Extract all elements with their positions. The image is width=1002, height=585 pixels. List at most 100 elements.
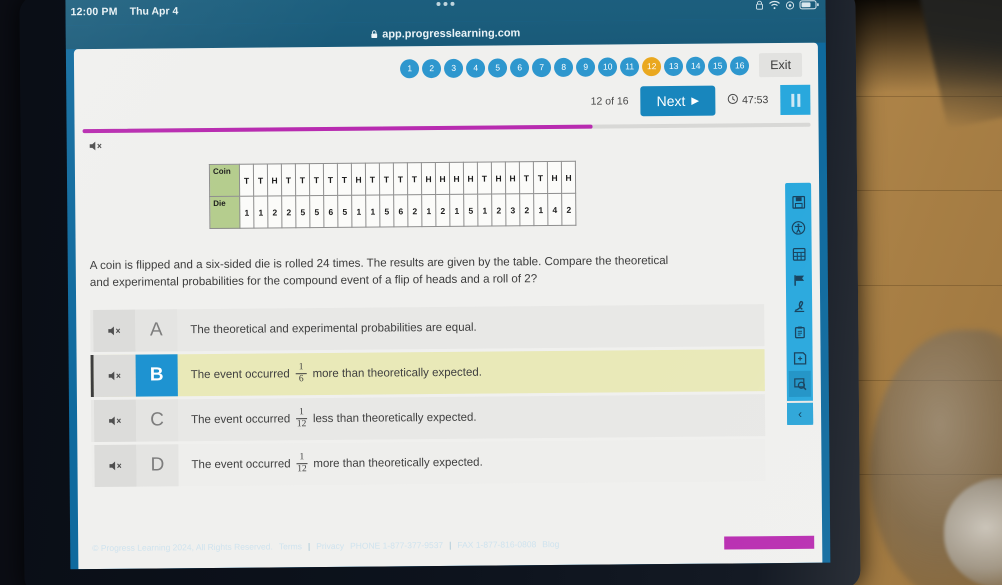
save-icon[interactable] [787, 189, 809, 215]
fraction-numerator: 1 [296, 452, 308, 464]
tab-dots-icon[interactable] [436, 1, 455, 7]
question-pill-7[interactable]: 7 [532, 57, 552, 77]
table-cell: 3 [505, 193, 520, 226]
question-pill-12[interactable]: 12 [642, 56, 662, 76]
answer-option-A[interactable]: A The theoretical and experimental probab… [90, 303, 765, 352]
table-cell: H [351, 163, 366, 196]
table-cell: 1 [365, 195, 380, 228]
question-counter: 12 of 16 [590, 95, 629, 108]
next-button[interactable]: Next ▶ [640, 85, 716, 117]
tablet-screen: 12:00 PM Thu Apr 4 app.progresslearning.… [65, 0, 831, 570]
table-cell: 5 [337, 195, 352, 228]
footer-privacy-link[interactable]: Privacy [316, 541, 344, 551]
timer: 47:53 [727, 93, 768, 107]
fraction-numerator: 1 [296, 407, 307, 419]
question-pill-14[interactable]: 14 [686, 56, 706, 76]
option-speaker-icon[interactable] [94, 444, 137, 487]
fraction-denominator: 6 [298, 373, 304, 384]
question-pill-4[interactable]: 4 [466, 58, 486, 78]
option-text: The event occurred 1 12 less than theoretic… [178, 394, 765, 441]
question-pill-16[interactable]: 16 [730, 55, 750, 75]
option-speaker-icon[interactable] [93, 354, 136, 397]
table-cell: 2 [519, 193, 534, 226]
answer-option-B[interactable]: B The event occurred 1 6 more than theoretic… [90, 348, 765, 397]
table-cell: T [365, 163, 380, 196]
question-pill-9[interactable]: 9 [576, 57, 596, 77]
table-header-coin: Coin [209, 164, 240, 197]
eraser-icon[interactable] [788, 293, 810, 319]
exit-button[interactable]: Exit [759, 52, 803, 78]
table-cell: 1 [239, 196, 254, 229]
question-pill-15[interactable]: 15 [708, 55, 728, 76]
table-cell: 1 [477, 194, 492, 227]
option-text-after: more than theoretically expected. [312, 366, 483, 380]
question-pill-3[interactable]: 3 [444, 58, 464, 78]
results-table: Coin T T H T T T T T H T T T T H H H H T H H T T H H Die 1 1 2 2 5 5 6 5… [209, 161, 577, 229]
question-pill-2[interactable]: 2 [422, 58, 442, 78]
question-pill-10[interactable]: 10 [598, 56, 618, 77]
table-cell: 2 [267, 195, 282, 228]
table-cell: 4 [547, 193, 562, 226]
question-text: A coin is flipped and a six-sided die is… [89, 254, 669, 289]
clipboard-icon[interactable] [788, 319, 810, 345]
table-cell: 1 [351, 195, 366, 228]
table-cell: H [463, 162, 478, 195]
magnifier-icon[interactable] [788, 370, 811, 397]
app-page: 1 2 3 4 5 6 7 8 9 10 11 12 13 14 15 16 Exit 12 of 16 Nex… [73, 42, 823, 570]
flag-icon[interactable] [788, 267, 810, 293]
option-text-after: less than theoretically expected. [312, 411, 477, 425]
option-text-before: The event occurred [190, 367, 290, 381]
question-pill-6[interactable]: 6 [510, 57, 530, 77]
question-speaker-icon[interactable] [89, 140, 104, 152]
notes-icon[interactable] [788, 345, 810, 371]
question-pill-5[interactable]: 5 [488, 57, 508, 78]
table-cell: 6 [393, 194, 408, 227]
option-text: The event occurred 1 6 more than theoretica… [178, 349, 765, 396]
question-pill-13[interactable]: 13 [664, 56, 684, 76]
answer-option-C[interactable]: C The event occurred 1 12 less than theoreti… [90, 393, 766, 442]
table-cell: T [407, 162, 422, 195]
page-footer: © Progress Learning 2024, All Rights Res… [70, 521, 830, 570]
url-text: app.progresslearning.com [382, 27, 521, 41]
option-speaker-icon[interactable] [93, 399, 137, 442]
footer-copyright: © Progress Learning 2024, All Rights Res… [92, 541, 273, 554]
results-table-wrapper: Coin T T H T T T T T H T T T T H H H H T H H T T H H Die 1 1 2 2 5 5 6 5… [209, 159, 764, 229]
option-text-before: The event occurred [191, 457, 291, 471]
next-button-label: Next [656, 92, 686, 110]
accessibility-icon[interactable] [787, 215, 809, 241]
footer-blog-link[interactable]: Blog [542, 539, 559, 549]
option-text: The event occurred 1 12 more than theoretic… [178, 439, 765, 486]
collapse-sidebar-button[interactable]: ‹ [786, 400, 814, 425]
tool-sidebar: ‹ [785, 182, 814, 425]
table-cell: 1 [449, 194, 464, 227]
table-row-coin: Coin T T H T T T T T H T T T T H H H H T H H T T H H [209, 161, 576, 197]
lock-icon [371, 29, 378, 40]
table-row-die: Die 1 1 2 2 5 5 6 5 1 1 5 6 2 1 2 1 5 1 2 3 2 1 4 2 [209, 193, 576, 229]
question-content: Coin T T H T T T T T H T T T T H H H H T H H T T H H Die 1 1 2 2 5 5 6 5… [75, 127, 822, 487]
table-cell: H [491, 161, 506, 195]
table-cell: T [519, 161, 534, 194]
table-cell: H [449, 162, 464, 195]
clock-icon [727, 93, 738, 107]
table-cell: 1 [533, 193, 548, 226]
table-cell: 6 [323, 195, 338, 228]
question-pill-11[interactable]: 11 [620, 56, 640, 76]
option-text-before: The event occurred [191, 412, 291, 426]
pause-button[interactable] [780, 84, 811, 116]
table-cell: T [337, 163, 352, 196]
table-cell: 1 [421, 194, 436, 227]
question-pill-8[interactable]: 8 [554, 57, 574, 77]
table-cell: T [379, 162, 394, 196]
tablet-device: 12:00 PM Thu Apr 4 app.progresslearning.… [19, 0, 861, 585]
option-speaker-icon[interactable] [93, 309, 136, 352]
question-pill-1[interactable]: 1 [400, 58, 420, 78]
footer-separator-2: | [449, 539, 452, 550]
footer-terms-link[interactable]: Terms [279, 541, 302, 551]
answer-option-D[interactable]: D The event occurred 1 12 more than theoreti… [91, 438, 766, 487]
option-letter-C: C [135, 398, 179, 442]
table-cell: 2 [435, 194, 450, 227]
table-cell: T [239, 164, 254, 197]
calculator-icon[interactable] [788, 241, 810, 267]
quiz-controls: 12 of 16 Next ▶ 47:53 [74, 83, 818, 121]
table-cell: T [295, 163, 310, 196]
